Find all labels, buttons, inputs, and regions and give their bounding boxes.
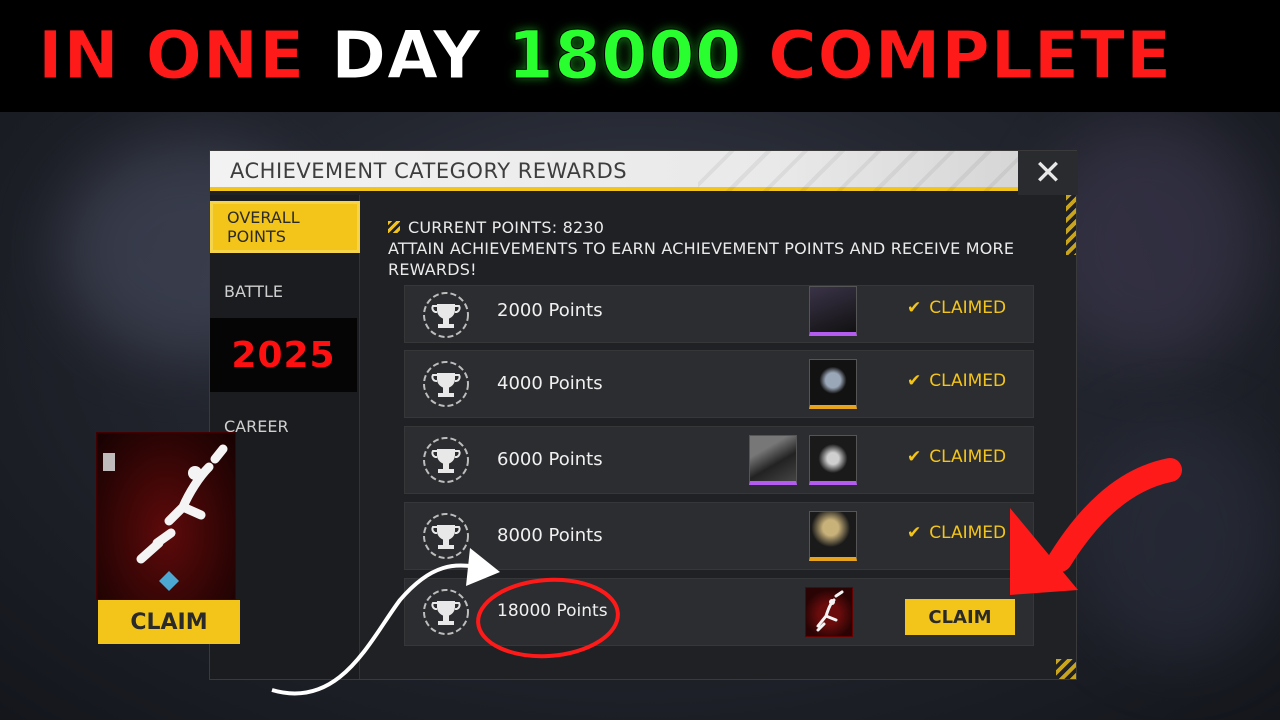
status-label: CLAIMED [929, 523, 1007, 543]
info-description: ATTAIN ACHIEVEMENTS TO EARN ACHIEVEMENT … [388, 239, 1015, 279]
reward-item[interactable] [749, 435, 797, 485]
featured-reward-card: CLAIM [96, 432, 240, 644]
tab-label: BATTLE [224, 281, 283, 301]
trophy-icon [419, 433, 473, 487]
banner-word-one: ONE [145, 17, 306, 94]
reward-row-4000: 4000 Points ✔ CLAIMED [404, 350, 1034, 418]
trophy-icon [419, 288, 473, 342]
reward-item[interactable] [809, 511, 857, 561]
points-label: 18000 Points [497, 601, 608, 621]
check-icon: ✔ [907, 371, 922, 391]
featured-reward-art [96, 432, 236, 600]
title-banner: IN ONE DAY 18000 COMPLETE [0, 0, 1280, 112]
banner-word-day: DAY [331, 17, 482, 94]
featured-claim-button[interactable]: CLAIM [98, 600, 240, 644]
current-points: CURRENT POINTS: 8230 [408, 218, 605, 237]
banner-word-complete: COMPLETE [768, 17, 1173, 94]
tab-label: OVERALL POINTS [227, 208, 300, 246]
reward-row-8000: 8000 Points ✔ CLAIMED [404, 502, 1034, 570]
banner-word-18000: 18000 [507, 17, 743, 94]
status-label: CLAIMED [929, 298, 1007, 318]
trophy-icon [419, 585, 473, 639]
claim-button[interactable]: CLAIM [905, 599, 1015, 635]
points-info: CURRENT POINTS: 8230 ATTAIN ACHIEVEMENTS… [388, 217, 1048, 280]
check-icon: ✔ [907, 523, 922, 543]
achievement-rewards-dialog: ACHIEVEMENT CATEGORY REWARDS ✕ OVERALL P… [209, 150, 1078, 680]
trophy-icon [419, 357, 473, 411]
check-icon: ✔ [907, 447, 922, 467]
points-label: 2000 Points [497, 300, 603, 321]
reward-item[interactable] [809, 435, 857, 485]
tab-label: 2025 [231, 334, 336, 376]
reward-row-6000: 6000 Points ✔ CLAIMED [404, 426, 1034, 494]
status-label: CLAIMED [929, 447, 1007, 467]
decorative-stripe [1066, 195, 1076, 255]
claimed-status: ✔ CLAIMED [907, 298, 1006, 318]
reward-row-2000: 2000 Points ✔ CLAIMED [404, 285, 1034, 343]
decorative-stripe [1056, 659, 1076, 679]
claimed-status: ✔ CLAIMED [907, 371, 1006, 391]
check-icon: ✔ [907, 298, 922, 318]
trophy-icon [419, 509, 473, 563]
points-label: 6000 Points [497, 449, 603, 470]
dialog-header: ACHIEVEMENT CATEGORY REWARDS [210, 151, 1018, 191]
points-label: 8000 Points [497, 525, 603, 546]
claimed-status: ✔ CLAIMED [907, 447, 1006, 467]
claimed-status: ✔ CLAIMED [907, 523, 1006, 543]
close-icon: ✕ [1033, 153, 1063, 193]
reward-row-18000: 18000 Points CLAIM [404, 578, 1034, 646]
reward-item[interactable] [809, 359, 857, 409]
reward-item[interactable] [809, 286, 857, 336]
background-blur [1080, 420, 1280, 660]
bullet-icon [388, 221, 400, 233]
tab-overall-points[interactable]: OVERALL POINTS [210, 201, 360, 253]
banner-word-in: IN [38, 17, 120, 94]
close-button[interactable]: ✕ [1018, 151, 1078, 195]
tab-2025[interactable]: 2025 [210, 318, 357, 392]
dialog-title: ACHIEVEMENT CATEGORY REWARDS [230, 159, 628, 183]
reward-item[interactable] [805, 587, 853, 637]
status-label: CLAIMED [929, 371, 1007, 391]
tab-battle[interactable]: BATTLE [210, 265, 360, 317]
points-label: 4000 Points [497, 373, 603, 394]
